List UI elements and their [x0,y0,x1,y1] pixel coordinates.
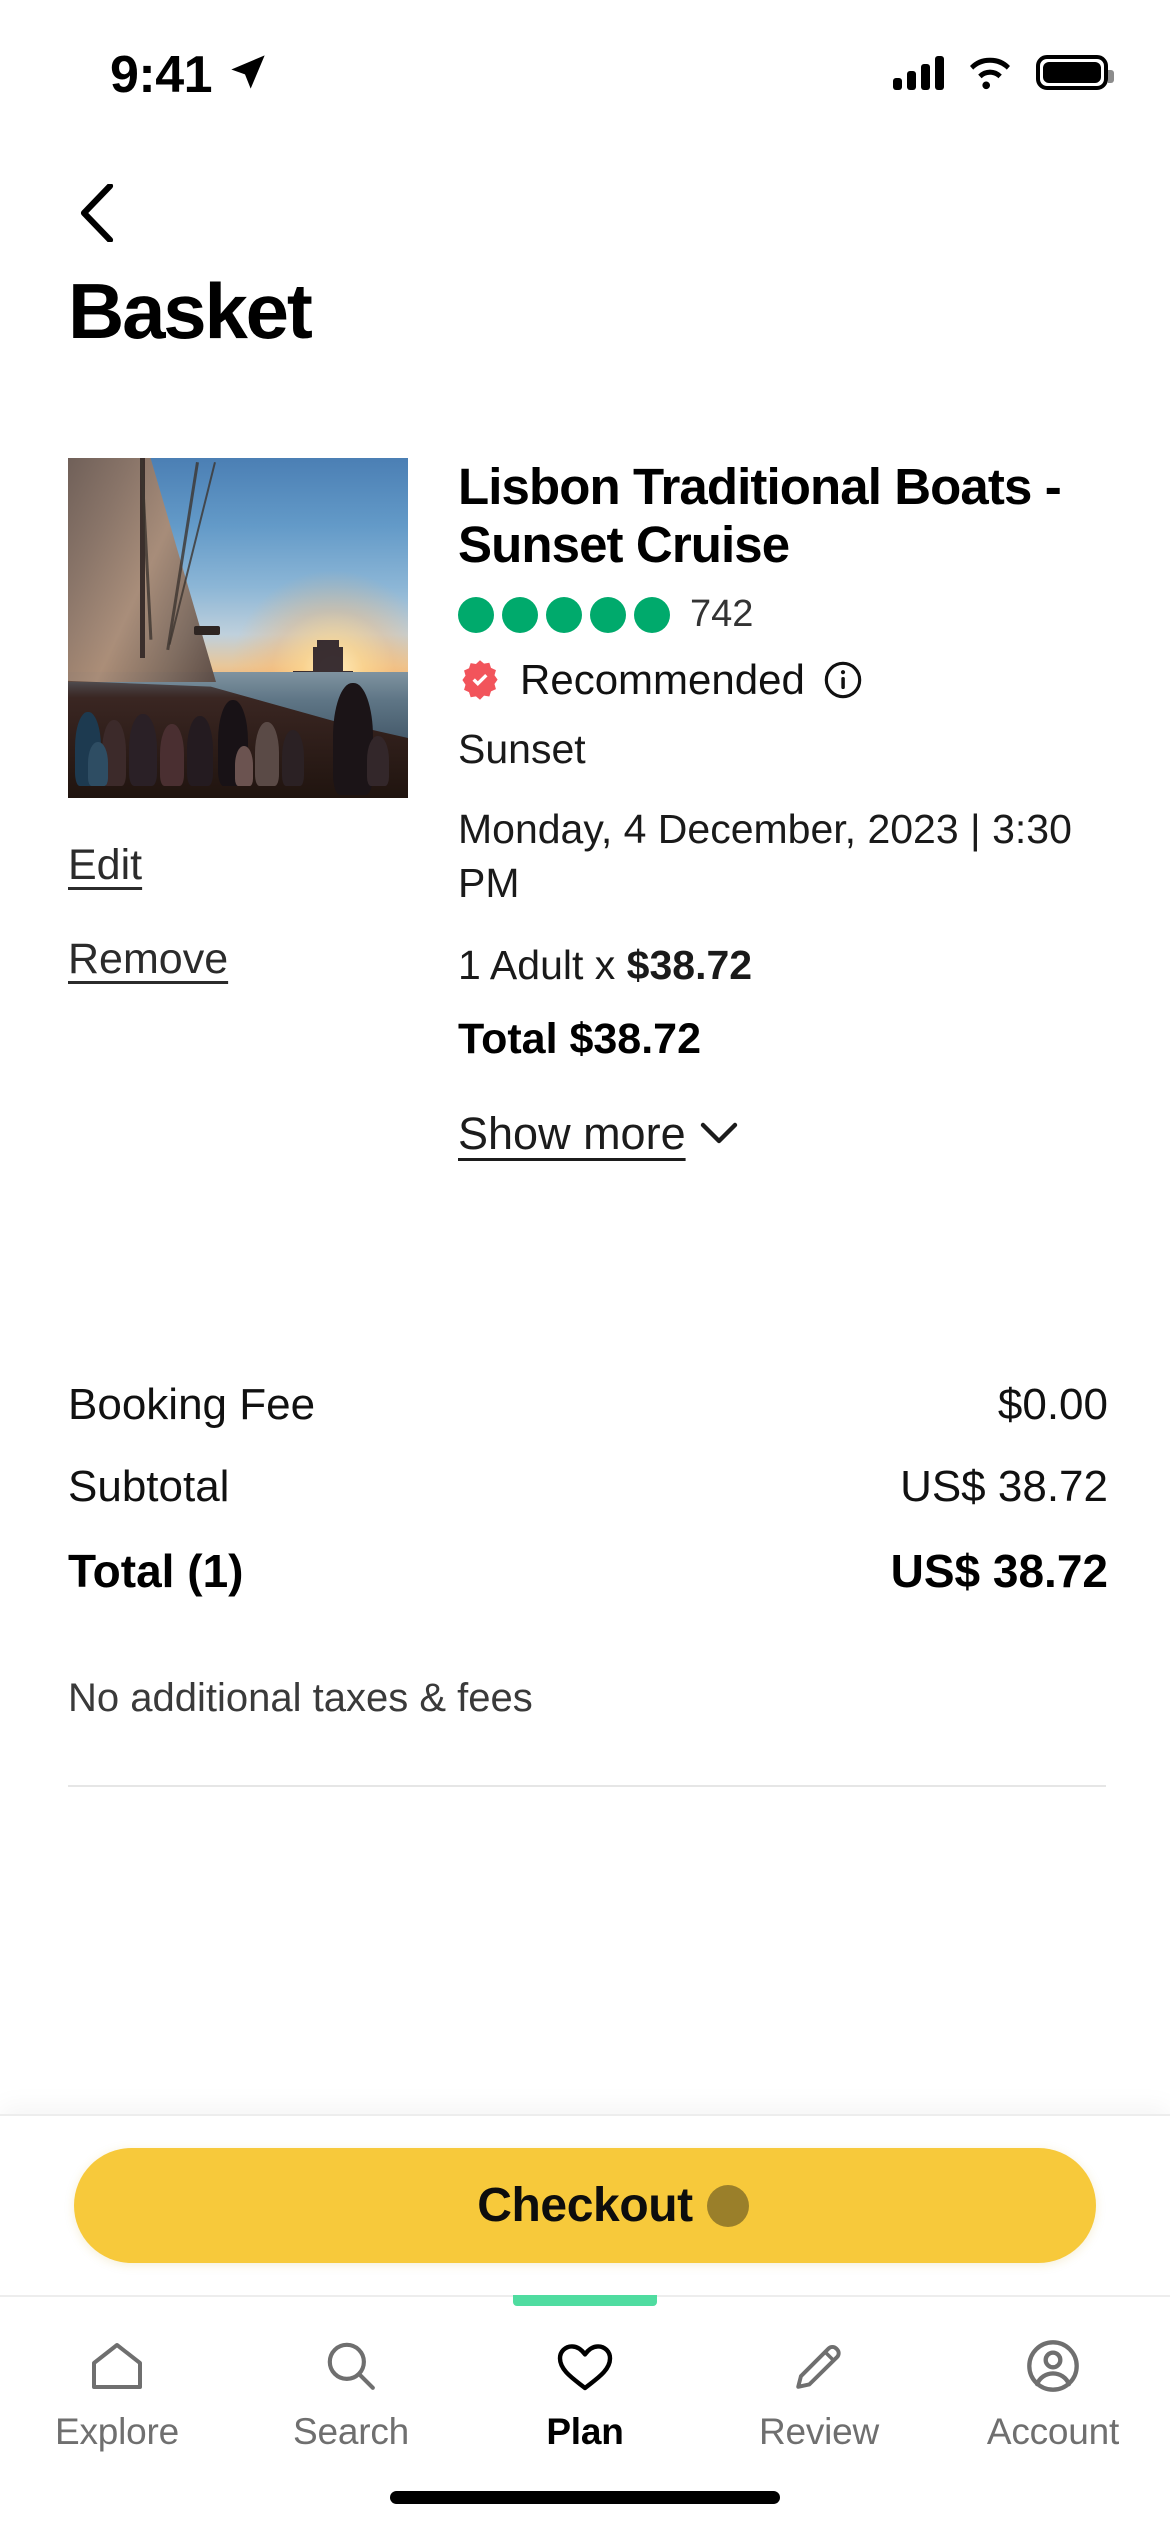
passengers-silhouettes [68,642,408,798]
show-more-label: Show more [458,1107,686,1159]
summary-value: $0.00 [997,1380,1108,1429]
item-total: Total $38.72 [458,1014,701,1063]
total-value: US$ 38.72 [890,1545,1108,1597]
basket-screen: 9:41 Basket Edit Remove Lisbon Tradition… [0,0,1170,2532]
account-circle-icon [1025,2337,1081,2395]
rating-bubbles [458,596,670,633]
active-tab-indicator [513,2295,657,2306]
tax-note: No additional taxes & fees [68,1676,533,1720]
tab-label: Review [758,2411,880,2452]
tab-review[interactable]: Review [702,2297,936,2477]
tab-plan[interactable]: Plan [468,2295,702,2477]
tab-label: Search [292,2411,410,2452]
checkout-button-label: Checkout [477,2179,693,2232]
tab-account[interactable]: Account [936,2297,1170,2477]
checkout-bar: Checkout [0,2114,1170,2295]
product-thumbnail[interactable] [68,458,408,798]
cellular-signal-icon [893,54,944,90]
page-title: Basket [68,267,313,355]
summary-row-booking-fee: Booking Fee $0.00 [68,1380,1108,1430]
tab-label: Explore [54,2411,180,2452]
touch-indicator [707,2184,749,2227]
heart-icon [556,2337,614,2395]
summary-value: US$ 38.72 [900,1462,1108,1511]
booking-datetime: Monday, 4 December, 2023 | 3:30 PM [458,806,1072,906]
remove-link[interactable]: Remove [68,935,228,984]
search-icon [324,2337,378,2395]
chevron-down-icon [700,1122,737,1144]
recommended-badge: Recommended [458,656,1108,704]
edit-link[interactable]: Edit [68,841,142,890]
battery-full-icon [1036,54,1114,90]
back-button[interactable] [62,178,132,248]
pax-prefix: 1 Adult x [458,941,627,988]
checkout-button[interactable]: Checkout [74,2148,1096,2263]
summary-divider [68,1785,1106,1787]
recommended-label: Recommended [520,656,805,704]
tab-label: Plan [546,2411,624,2452]
product-title: Lisbon Traditional Boats - Sunset Cruise [458,458,1062,573]
review-count: 742 [690,593,754,636]
pax-price-row: 1 Adult x $38.72 [458,942,1108,989]
tab-label: Account [986,2411,1120,2452]
summary-row-subtotal: Subtotal US$ 38.72 [68,1462,1108,1512]
status-bar-indicators [893,54,1114,90]
home-indicator [390,2491,780,2504]
wifi-icon [970,57,1010,90]
home-icon [89,2337,145,2395]
bottom-tab-bar: Explore Search Plan Review Account [0,2295,1170,2532]
summary-label: Subtotal [68,1462,230,1511]
rating-row: 742 [458,593,1108,636]
summary-label: Booking Fee [68,1380,316,1429]
status-bar-time: 9:41 [110,46,213,104]
total-label: Total (1) [68,1545,244,1597]
chevron-left-icon [80,184,114,242]
summary-row-total: Total (1) US$ 38.72 [68,1544,1108,1598]
option-name: Sunset [458,726,586,773]
status-bar: 9:41 [0,0,1170,155]
verified-check-badge-icon [462,660,498,701]
pencil-icon [792,2337,846,2395]
location-arrow-icon [228,52,268,97]
info-circle-icon[interactable] [823,660,863,700]
basket-item-details: Lisbon Traditional Boats - Sunset Cruise… [458,458,1108,1160]
pax-unit-price: $38.72 [626,941,753,988]
tab-explore[interactable]: Explore [0,2297,234,2477]
price-summary: Booking Fee $0.00 Subtotal US$ 38.72 Tot… [68,1380,1108,1721]
show-more-button[interactable]: Show more [458,1108,738,1160]
basket-item-left-column: Edit Remove [68,458,408,983]
tab-search[interactable]: Search [234,2297,468,2477]
